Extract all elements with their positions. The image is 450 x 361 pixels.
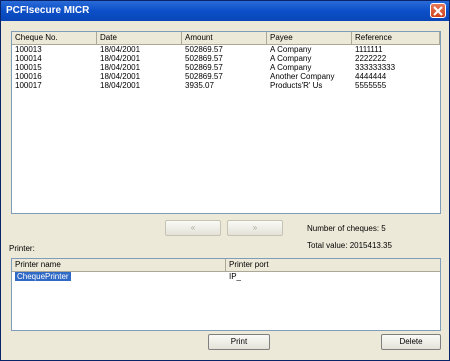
- cheque-count: Number of cheques: 5: [307, 224, 386, 233]
- table-row[interactable]: 100013 18/04/2001 502869.57 A Company 11…: [12, 45, 440, 54]
- main-window: PCFIsecure MICR Cheque No. Date Amount P…: [0, 0, 450, 361]
- cell-cheque-no: 100017: [15, 81, 42, 90]
- cell-date: 18/04/2001: [100, 72, 141, 81]
- cell-amount: 502869.57: [185, 45, 223, 54]
- cell-date: 18/04/2001: [100, 81, 141, 90]
- cell-reference: 333333333: [355, 63, 396, 72]
- cell-amount: 502869.57: [185, 63, 223, 72]
- title-bar[interactable]: PCFIsecure MICR: [1, 1, 449, 21]
- delete-button[interactable]: Delete: [381, 334, 441, 350]
- cell-cheque-no: 100015: [15, 63, 42, 72]
- table-row[interactable]: 100016 18/04/2001 502869.57 Another Comp…: [12, 72, 440, 81]
- cell-payee: A Company: [270, 63, 312, 72]
- printer-name-cell: ChequePrinter: [12, 272, 71, 281]
- cell-reference: 4444444: [355, 72, 387, 81]
- printer-section-label: Printer:: [9, 244, 35, 253]
- cell-cheque-no: 100014: [15, 54, 42, 63]
- cell-payee: Products'R' Us: [270, 81, 323, 90]
- col-payee[interactable]: Payee: [267, 32, 352, 44]
- cell-payee: A Company: [270, 45, 312, 54]
- previous-page-button[interactable]: «: [165, 220, 221, 236]
- close-icon: [433, 6, 443, 16]
- cell-amount: 3935.07: [185, 81, 214, 90]
- window-title: PCFIsecure MICR: [6, 5, 90, 16]
- cell-date: 18/04/2001: [100, 63, 141, 72]
- col-amount[interactable]: Amount: [182, 32, 267, 44]
- printer-name-selected: ChequePrinter: [15, 272, 71, 281]
- cell-reference: 5555555: [355, 81, 387, 90]
- cell-payee: A Company: [270, 54, 312, 63]
- printer-row[interactable]: ChequePrinter IP_: [12, 272, 440, 281]
- col-cheque-no[interactable]: Cheque No.: [12, 32, 97, 44]
- col-date[interactable]: Date: [97, 32, 182, 44]
- cell-date: 18/04/2001: [100, 45, 141, 54]
- cell-amount: 502869.57: [185, 54, 223, 63]
- cheque-list[interactable]: Cheque No. Date Amount Payee Reference 1…: [11, 31, 441, 214]
- col-printer-name[interactable]: Printer name: [12, 259, 226, 271]
- printer-list-header: Printer name Printer port: [12, 259, 440, 272]
- cell-cheque-no: 100016: [15, 72, 42, 81]
- next-icon: »: [252, 223, 258, 232]
- table-row[interactable]: 100014 18/04/2001 502869.57 A Company 22…: [12, 54, 440, 63]
- table-row[interactable]: 100015 18/04/2001 502869.57 A Company 33…: [12, 63, 440, 72]
- cell-reference: 2222222: [355, 54, 387, 63]
- cell-reference: 1111111: [355, 45, 383, 54]
- table-row[interactable]: 100017 18/04/2001 3935.07 Products'R' Us…: [12, 81, 440, 90]
- cell-cheque-no: 100013: [15, 45, 42, 54]
- cell-amount: 502869.57: [185, 72, 223, 81]
- cell-payee: Another Company: [270, 72, 335, 81]
- next-page-button[interactable]: »: [227, 220, 283, 236]
- print-button[interactable]: Print: [208, 334, 270, 350]
- col-printer-port[interactable]: Printer port: [226, 259, 440, 271]
- cheque-list-header: Cheque No. Date Amount Payee Reference: [12, 32, 440, 45]
- printer-list[interactable]: Printer name Printer port ChequePrinter …: [11, 258, 441, 331]
- printer-port-cell: IP_: [229, 272, 242, 281]
- cell-date: 18/04/2001: [100, 54, 141, 63]
- close-button[interactable]: [430, 3, 446, 18]
- col-reference[interactable]: Reference: [352, 32, 440, 44]
- total-value: Total value: 2015413.35: [307, 241, 392, 250]
- previous-icon: «: [190, 223, 196, 232]
